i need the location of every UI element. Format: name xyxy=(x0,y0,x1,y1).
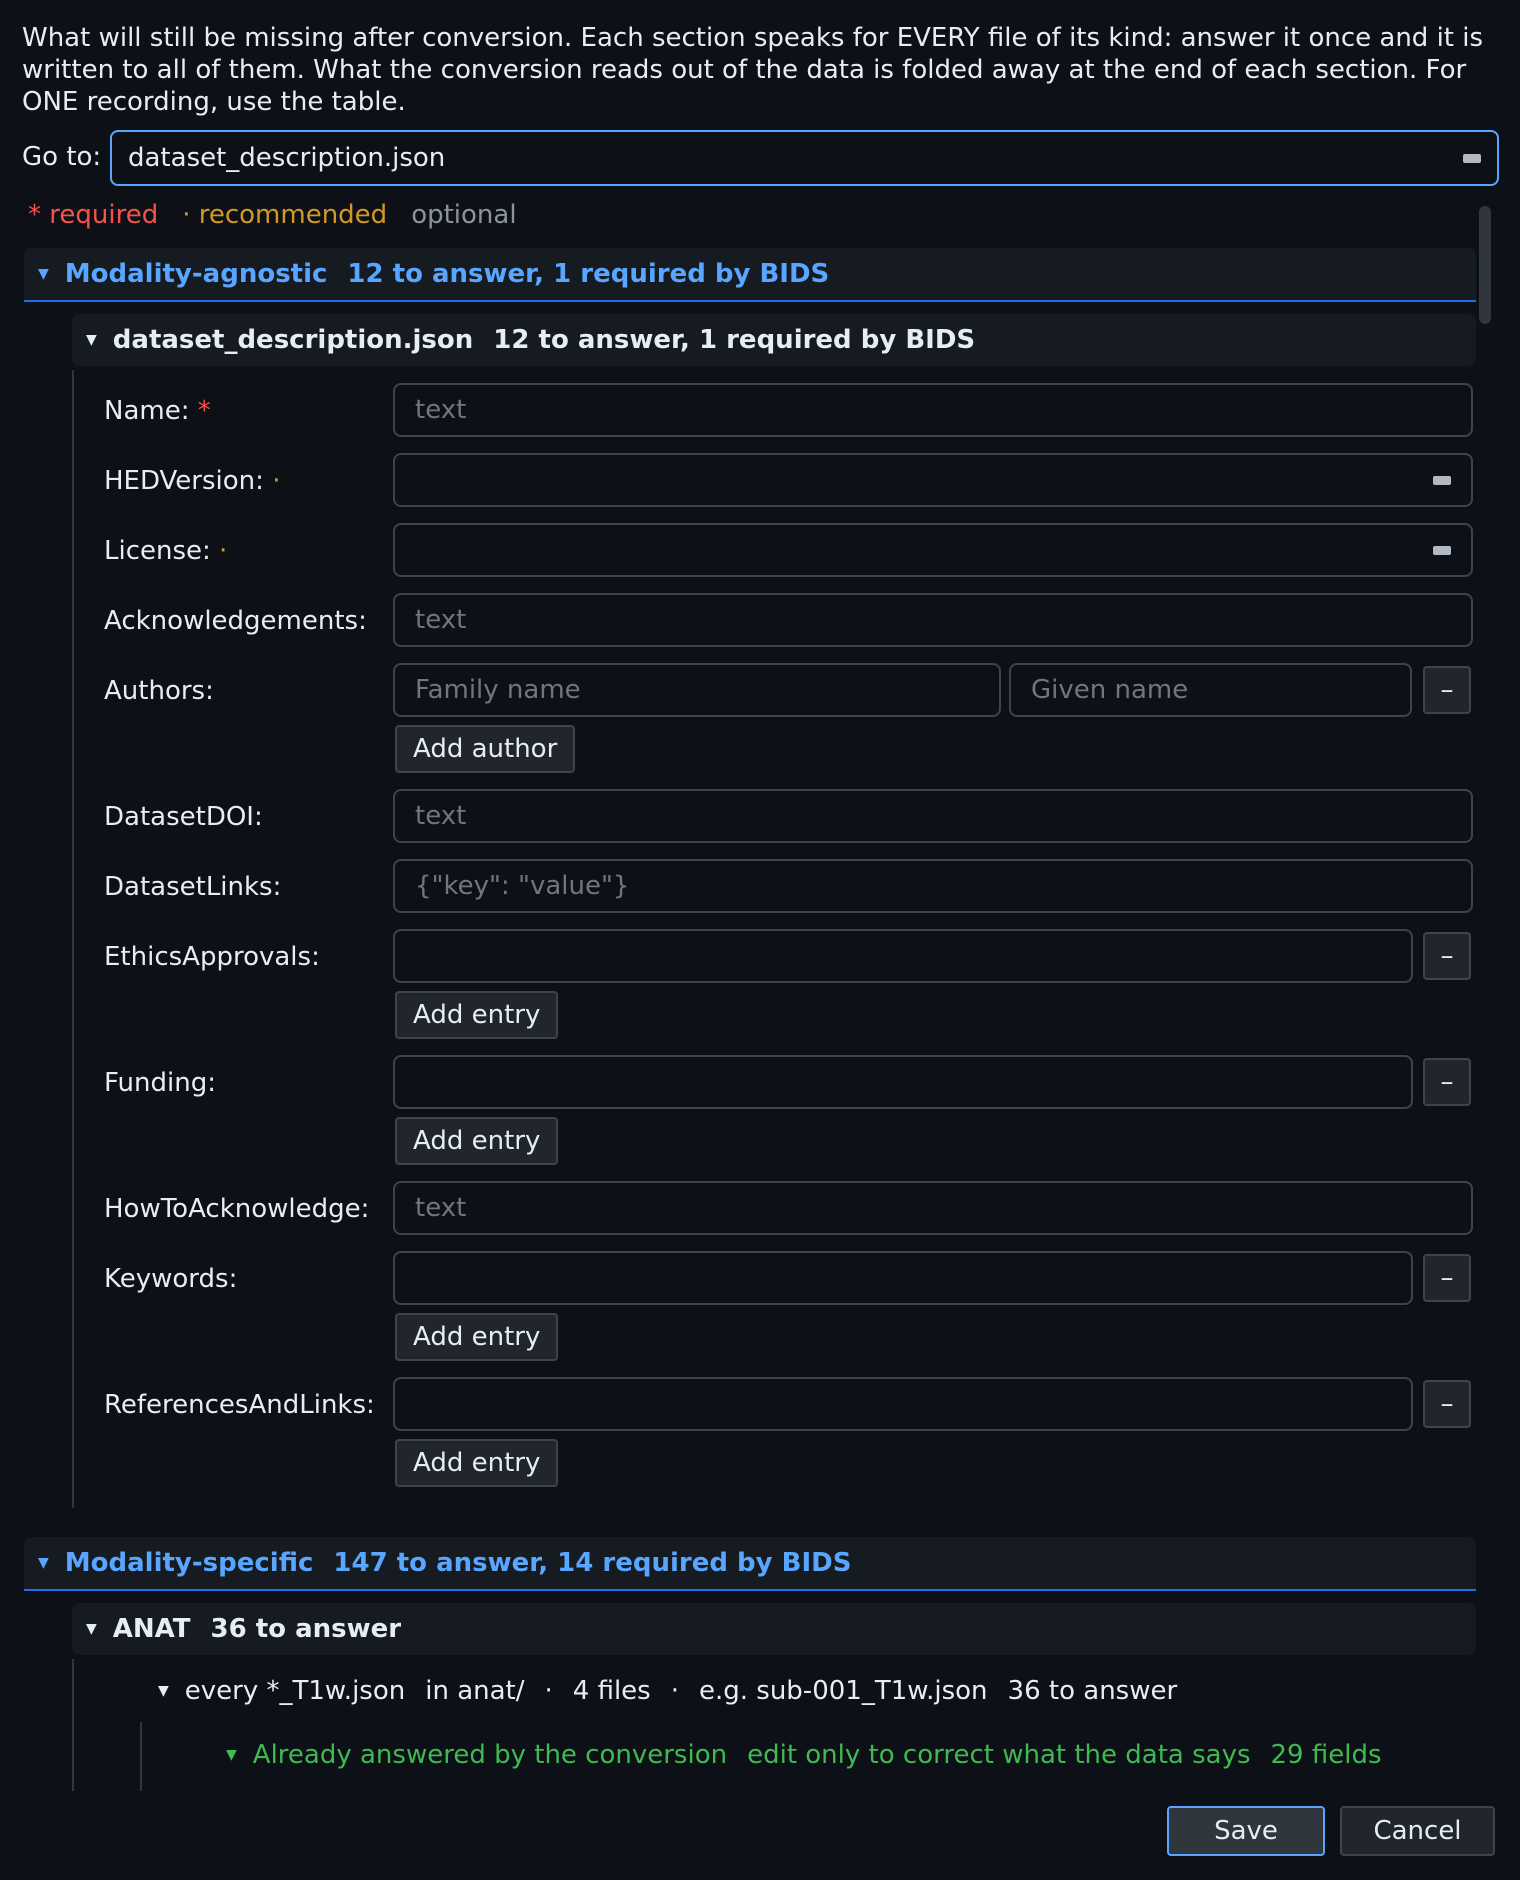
file-example: e.g. sub-001_T1w.json xyxy=(698,1676,988,1706)
add-ethics-entry-button[interactable]: Add entry xyxy=(395,991,559,1039)
file-count: 4 files xyxy=(572,1676,651,1706)
expand-triangle-icon: ▼ xyxy=(86,332,97,348)
answered-title: Already answered by the conversion xyxy=(252,1740,728,1770)
expand-triangle-icon: ▼ xyxy=(86,1621,97,1637)
expand-triangle-icon: ▼ xyxy=(226,1747,237,1763)
tree-line xyxy=(72,370,74,1508)
field-label-datasetdoi: DatasetDOI: xyxy=(104,802,263,832)
section-modality-specific[interactable]: ▼ Modality-specific 147 to answer, 14 re… xyxy=(24,1537,1476,1591)
expand-triangle-icon: ▼ xyxy=(38,1555,49,1571)
separator: · xyxy=(544,1676,553,1706)
legend: * required · recommended optional xyxy=(28,200,517,230)
file-location: in anat/ xyxy=(425,1676,525,1706)
recommended-marker: · xyxy=(219,536,228,566)
add-funding-entry-button[interactable]: Add entry xyxy=(395,1117,559,1165)
field-label-funding: Funding: xyxy=(104,1068,216,1098)
author-given-name-field[interactable]: Given name xyxy=(1009,663,1412,717)
section-title: Modality-specific xyxy=(64,1548,314,1578)
section-modality-agnostic[interactable]: ▼ Modality-agnostic 12 to answer, 1 requ… xyxy=(24,248,1476,302)
field-label-ethicsapprovals: EthicsApprovals: xyxy=(104,942,320,972)
dropdown-handle-icon xyxy=(1433,545,1451,555)
dropdown-handle-icon xyxy=(1463,153,1481,163)
name-field[interactable]: text xyxy=(393,383,1473,437)
tree-line xyxy=(72,1659,74,1791)
remove-funding-button[interactable]: – xyxy=(1423,1058,1471,1106)
field-label-acknowledgements: Acknowledgements: xyxy=(104,606,367,636)
field-label-referencesandlinks: ReferencesAndLinks: xyxy=(104,1390,375,1420)
file-summary: 36 to answer xyxy=(1007,1676,1178,1706)
howtoacknowledge-field[interactable]: text xyxy=(393,1181,1473,1235)
legend-optional: optional xyxy=(411,200,517,230)
file-name: dataset_description.json xyxy=(112,325,474,355)
field-label-name: Name: * xyxy=(104,396,211,426)
expand-triangle-icon: ▼ xyxy=(158,1683,169,1699)
field-label-howtoacknowledge: HowToAcknowledge: xyxy=(104,1194,370,1224)
goto-select[interactable]: dataset_description.json xyxy=(110,130,1499,186)
remove-keyword-button[interactable]: – xyxy=(1423,1254,1471,1302)
remove-reference-button[interactable]: – xyxy=(1423,1380,1471,1428)
field-label-keywords: Keywords: xyxy=(104,1264,238,1294)
cancel-button[interactable]: Cancel xyxy=(1340,1806,1495,1856)
ethicsapprovals-field[interactable] xyxy=(393,929,1413,983)
save-button[interactable]: Save xyxy=(1167,1806,1325,1856)
field-label-datasetlinks: DatasetLinks: xyxy=(104,872,282,902)
separator: · xyxy=(670,1676,679,1706)
modality-summary: 36 to answer xyxy=(210,1614,402,1644)
author-family-name-field[interactable]: Family name xyxy=(393,663,1001,717)
modality-anat[interactable]: ▼ ANAT 36 to answer xyxy=(72,1603,1476,1655)
remove-author-button[interactable]: – xyxy=(1423,666,1471,714)
datasetlinks-field[interactable]: {"key": "value"} xyxy=(393,859,1473,913)
file-summary: 12 to answer, 1 required by BIDS xyxy=(493,325,976,355)
section-summary: 147 to answer, 14 required by BIDS xyxy=(333,1548,852,1578)
license-select[interactable] xyxy=(393,523,1473,577)
section-summary: 12 to answer, 1 required by BIDS xyxy=(347,259,830,289)
modality-name: ANAT xyxy=(112,1614,191,1644)
answered-note: edit only to correct what the data says xyxy=(747,1740,1251,1770)
acknowledgements-field[interactable]: text xyxy=(393,593,1473,647)
legend-recommended: · recommended xyxy=(182,200,388,230)
file-dataset-description[interactable]: ▼ dataset_description.json 12 to answer,… xyxy=(72,314,1476,366)
field-label-authors: Authors: xyxy=(104,676,214,706)
scrollbar-thumb[interactable] xyxy=(1479,206,1491,324)
keywords-field[interactable] xyxy=(393,1251,1413,1305)
datasetdoi-field[interactable]: text xyxy=(393,789,1473,843)
funding-field[interactable] xyxy=(393,1055,1413,1109)
already-answered-group[interactable]: ▼ Already answered by the conversion edi… xyxy=(226,1740,1382,1770)
add-author-button[interactable]: Add author xyxy=(395,725,576,773)
file-group-t1w[interactable]: ▼ every *_T1w.json in anat/ · 4 files · … xyxy=(158,1676,1177,1706)
expand-triangle-icon: ▼ xyxy=(38,266,49,282)
answered-count: 29 fields xyxy=(1270,1740,1382,1770)
file-pattern: every *_T1w.json xyxy=(184,1676,406,1706)
add-keyword-entry-button[interactable]: Add entry xyxy=(395,1313,559,1361)
required-marker: * xyxy=(197,396,211,426)
section-title: Modality-agnostic xyxy=(64,259,328,289)
field-label-license: License: · xyxy=(104,536,228,566)
legend-required: * required xyxy=(28,200,159,230)
referencesandlinks-field[interactable] xyxy=(393,1377,1413,1431)
hedversion-select[interactable] xyxy=(393,453,1473,507)
field-label-hedversion: HEDVersion: · xyxy=(104,466,281,496)
recommended-marker: · xyxy=(272,466,281,496)
remove-ethics-button[interactable]: – xyxy=(1423,932,1471,980)
goto-label: Go to: xyxy=(22,142,102,172)
goto-value: dataset_description.json xyxy=(128,143,446,173)
add-reference-entry-button[interactable]: Add entry xyxy=(395,1439,559,1487)
tree-line xyxy=(140,1722,142,1791)
intro-text: What will still be missing after convers… xyxy=(22,23,1484,117)
dropdown-handle-icon xyxy=(1433,475,1451,485)
